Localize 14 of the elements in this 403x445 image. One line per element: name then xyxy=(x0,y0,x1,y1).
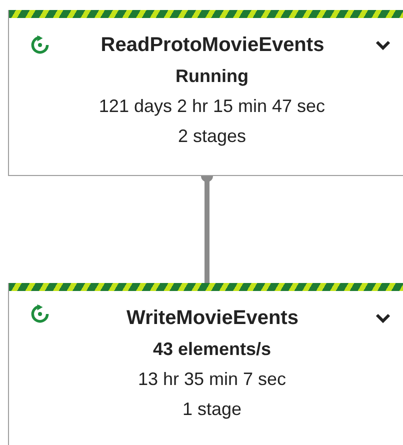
stage-duration: 13 hr 35 min 7 sec xyxy=(136,369,288,390)
stage-status: Running xyxy=(174,66,250,87)
stage-count: 1 stage xyxy=(181,399,243,420)
stage-count: 2 stages xyxy=(176,126,248,147)
stage-duration: 121 days 2 hr 15 min 47 sec xyxy=(98,96,326,117)
stage-title: WriteMovieEvents xyxy=(126,306,300,330)
stage-card[interactable]: ReadProtoMovieEvents Running 121 days 2 hr 15 min 47 sec 2 stages xyxy=(8,10,403,176)
refresh-icon xyxy=(29,34,51,56)
chevron-icon[interactable] xyxy=(374,312,392,324)
stage-status: 43 elements/s xyxy=(152,339,272,360)
stage-card[interactable]: WriteMovieEvents 43 elements/s 13 hr 35 min 7 sec 1 stage xyxy=(8,283,403,445)
refresh-icon xyxy=(29,303,51,325)
chevron-icon[interactable] xyxy=(374,39,392,51)
stage-title: ReadProtoMovieEvents xyxy=(100,34,326,56)
